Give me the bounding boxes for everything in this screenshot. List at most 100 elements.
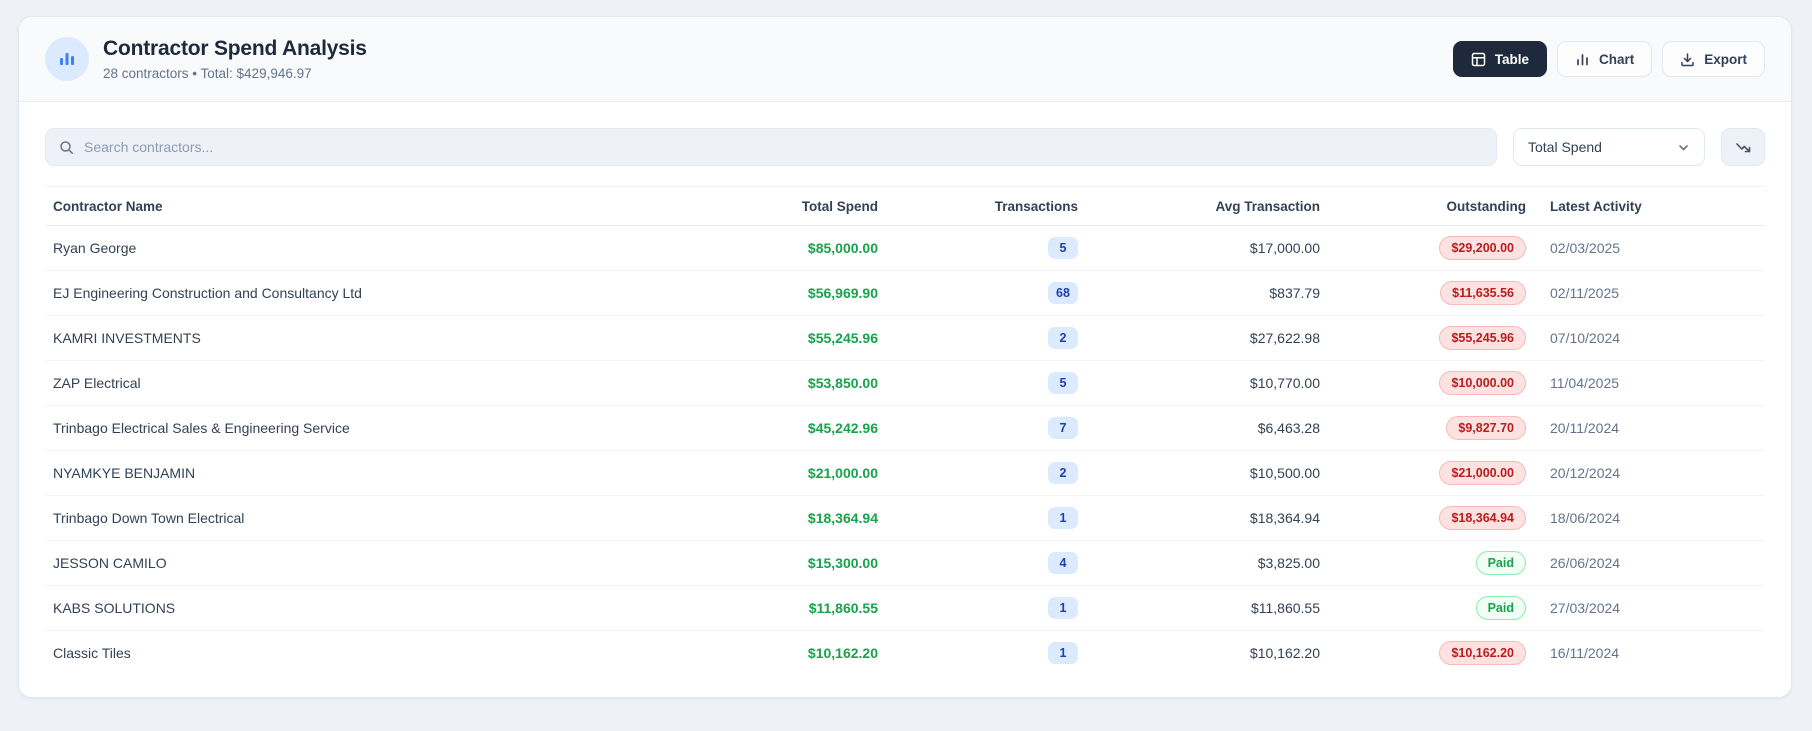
avg-transaction-cell: $27,622.98 xyxy=(1086,315,1328,361)
transactions-cell: 1 xyxy=(886,585,1086,631)
outstanding-badge: $29,200.00 xyxy=(1439,236,1526,260)
outstanding-cell: $21,000.00 xyxy=(1328,450,1534,496)
transactions-cell: 7 xyxy=(886,405,1086,451)
avg-transaction-cell: $6,463.28 xyxy=(1086,405,1328,451)
toolbar: Total Spend xyxy=(19,102,1791,186)
transactions-cell: 1 xyxy=(886,495,1086,541)
outstanding-cell: $29,200.00 xyxy=(1328,225,1534,271)
latest-activity-cell: 07/10/2024 xyxy=(1534,315,1765,361)
contractor-name-cell: JESSON CAMILO xyxy=(45,540,655,586)
col-avg-transaction: Avg Transaction xyxy=(1086,186,1328,226)
table-row[interactable]: EJ Engineering Construction and Consulta… xyxy=(45,270,1765,316)
avg-transaction-cell: $10,770.00 xyxy=(1086,360,1328,406)
outstanding-cell: Paid xyxy=(1328,540,1534,586)
col-transactions: Transactions xyxy=(886,186,1086,226)
contractor-name-cell: Classic Tiles xyxy=(53,645,131,661)
latest-activity-cell: 26/06/2024 xyxy=(1534,540,1765,586)
transactions-badge: 5 xyxy=(1048,237,1078,259)
transactions-cell: 5 xyxy=(886,360,1086,406)
contractor-name-cell: KABS SOLUTIONS xyxy=(45,585,655,631)
latest-activity-cell: 27/03/2024 xyxy=(1534,585,1765,631)
transactions-cell: 68 xyxy=(886,270,1086,316)
bar-chart-icon xyxy=(57,49,77,69)
rows-per-page-select[interactable]: 10 xyxy=(155,697,233,698)
outstanding-cell: Paid xyxy=(1328,585,1534,631)
transactions-badge: 1 xyxy=(1048,642,1078,664)
transactions-badge: 5 xyxy=(1048,372,1078,394)
contractor-name-cell: Ryan George xyxy=(45,225,655,271)
outstanding-cell: $18,364.94 xyxy=(1328,495,1534,541)
col-outstanding: Outstanding xyxy=(1328,186,1534,226)
contractor-name-cell: Trinbago Down Town Electrical xyxy=(45,495,655,541)
outstanding-badge: Paid xyxy=(1475,596,1526,620)
transactions-cell: 2 xyxy=(886,315,1086,361)
total-spend-cell: $85,000.00 xyxy=(655,225,886,271)
avg-transaction-cell: $18,364.94 xyxy=(1086,495,1328,541)
transactions-badge: 4 xyxy=(1048,552,1078,574)
transactions-badge: 2 xyxy=(1048,462,1078,484)
chart-view-button[interactable]: Chart xyxy=(1556,41,1653,77)
table-row[interactable]: KAMRI INVESTMENTS $55,245.96 2 $27,622.9… xyxy=(45,315,1765,361)
table-row[interactable]: Ryan George $85,000.00 5 $17,000.00 $29,… xyxy=(45,225,1765,271)
table-row[interactable]: Classic Tiles $10,162.20 1 $10,162.20 $1… xyxy=(45,631,1765,676)
table-row[interactable]: KABS SOLUTIONS $11,860.55 1 $11,860.55 P… xyxy=(45,585,1765,631)
card-footer: Rows per page: 10 1-10 of 28 123 Next xyxy=(19,675,1791,698)
avg-transaction-cell: $11,860.55 xyxy=(1086,585,1328,631)
view-switch: Table Chart Export xyxy=(1452,41,1765,77)
contractor-name-cell: EJ Engineering Construction and Consulta… xyxy=(45,270,655,316)
transactions-badge: 7 xyxy=(1048,417,1078,439)
transactions-badge: 68 xyxy=(1048,282,1078,304)
table-row[interactable]: Trinbago Electrical Sales & Engineering … xyxy=(45,405,1765,451)
table-view-button[interactable]: Table xyxy=(1452,41,1547,77)
contractor-spend-card: Contractor Spend Analysis 28 contractors… xyxy=(18,16,1792,698)
search-icon xyxy=(59,140,74,155)
transactions-cell: 4 xyxy=(886,540,1086,586)
avg-transaction-cell: $10,162.20 xyxy=(1249,645,1320,661)
transactions-badge: 2 xyxy=(1048,327,1078,349)
page-button-1[interactable]: 1 xyxy=(1551,697,1587,698)
col-contractor-name: Contractor Name xyxy=(45,186,655,226)
contractor-name-cell: KAMRI INVESTMENTS xyxy=(45,315,655,361)
chart-view-label: Chart xyxy=(1598,51,1635,67)
outstanding-cell: $10,162.20 xyxy=(1328,631,1534,676)
total-spend-cell: $53,850.00 xyxy=(655,360,886,406)
search-box xyxy=(45,128,1497,166)
contractor-name-cell: NYAMKYE BENJAMIN xyxy=(45,450,655,496)
table-row[interactable]: NYAMKYE BENJAMIN $21,000.00 2 $10,500.00… xyxy=(45,450,1765,496)
page-button-2[interactable]: 2 xyxy=(1597,697,1633,698)
export-button[interactable]: Export xyxy=(1662,41,1765,77)
transactions-cell: 2 xyxy=(886,450,1086,496)
transactions-cell: 5 xyxy=(886,225,1086,271)
outstanding-badge: $21,000.00 xyxy=(1439,461,1526,485)
card-header: Contractor Spend Analysis 28 contractors… xyxy=(19,17,1791,102)
outstanding-badge: Paid xyxy=(1475,551,1526,575)
contractor-name-cell: Trinbago Electrical Sales & Engineering … xyxy=(45,405,655,451)
col-latest-activity: Latest Activity xyxy=(1534,186,1765,226)
col-total-spend: Total Spend xyxy=(655,186,886,226)
latest-activity-cell: 11/04/2025 xyxy=(1534,360,1765,406)
total-spend-cell: $21,000.00 xyxy=(655,450,886,496)
total-spend-cell: $55,245.96 xyxy=(655,315,886,361)
latest-activity-cell: 16/11/2024 xyxy=(1550,645,1620,661)
download-icon xyxy=(1680,52,1695,67)
transactions-cell: 1 xyxy=(886,631,1086,676)
outstanding-badge: $10,162.20 xyxy=(1439,641,1526,665)
sort-direction-button[interactable] xyxy=(1721,128,1765,166)
page-subtitle: 28 contractors • Total: $429,946.97 xyxy=(103,66,312,81)
table-row[interactable]: ZAP Electrical $53,850.00 5 $10,770.00 $… xyxy=(45,360,1765,406)
sort-field-select[interactable]: Total Spend xyxy=(1513,128,1705,166)
sort-field-value: Total Spend xyxy=(1528,139,1602,155)
outstanding-badge: $11,635.56 xyxy=(1440,281,1526,305)
outstanding-badge: $55,245.96 xyxy=(1439,326,1526,350)
trending-down-icon xyxy=(1735,139,1752,156)
table-row[interactable]: JESSON CAMILO $15,300.00 4 $3,825.00 Pai… xyxy=(45,540,1765,586)
bar-chart-avatar xyxy=(45,37,89,81)
page-button-3[interactable]: 3 xyxy=(1643,697,1679,698)
total-spend-cell: $18,364.94 xyxy=(655,495,886,541)
search-input[interactable] xyxy=(84,139,1483,155)
table-row[interactable]: Trinbago Down Town Electrical $18,364.94… xyxy=(45,495,1765,541)
outstanding-badge: $18,364.94 xyxy=(1439,506,1526,530)
outstanding-badge: $9,827.70 xyxy=(1446,416,1526,440)
latest-activity-cell: 02/03/2025 xyxy=(1534,225,1765,271)
table-body: Ryan George $85,000.00 5 $17,000.00 $29,… xyxy=(45,225,1765,676)
